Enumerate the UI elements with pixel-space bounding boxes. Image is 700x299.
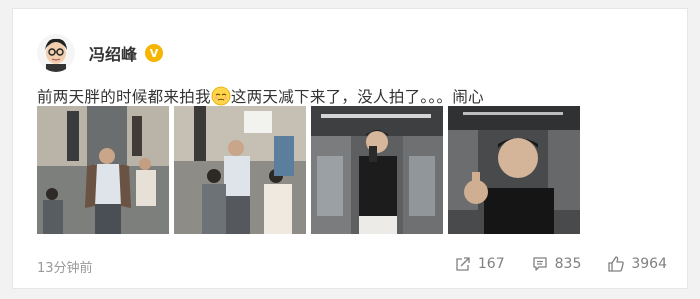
like-button[interactable]: 3964	[607, 255, 667, 273]
weibo-post-card: 冯绍峰 V 前两天胖的时候都来拍我 这两天减下来了，没人拍了。。。闹心 13分钟…	[12, 8, 688, 289]
post-photo-3[interactable]	[311, 106, 443, 234]
post-timestamp[interactable]: 13分钟前	[37, 257, 93, 276]
avatar[interactable]	[37, 34, 75, 72]
repost-icon	[456, 257, 470, 271]
like-count: 3964	[631, 256, 667, 272]
comment-icon	[532, 257, 547, 271]
comment-count: 835	[554, 256, 582, 272]
post-actions: 167 835 3964	[454, 255, 667, 273]
thumbs-up-icon	[608, 256, 625, 272]
post-text: 前两天胖的时候都来拍我 这两天减下来了，没人拍了。。。闹心	[37, 85, 484, 107]
sleepy-face-icon	[211, 86, 231, 106]
post-text-part-2: 这两天减下来了，没人拍了。。。闹心	[230, 88, 484, 106]
comment-button[interactable]: 835	[531, 255, 582, 273]
post-text-part-1: 前两天胖的时候都来拍我	[37, 88, 211, 106]
verified-badge-icon: V	[145, 44, 164, 62]
username[interactable]: 冯绍峰 V	[89, 41, 164, 65]
username-text[interactable]: 冯绍峰	[89, 41, 137, 65]
repost-count: 167	[477, 256, 505, 272]
photo-grid	[37, 106, 580, 234]
post-header: 冯绍峰 V	[37, 31, 164, 75]
post-photo-2[interactable]	[174, 106, 306, 234]
post-photo-1[interactable]	[37, 106, 169, 234]
post-photo-4[interactable]	[448, 106, 580, 234]
avatar-cartoon-icon	[37, 34, 75, 72]
repost-button[interactable]: 167	[454, 255, 505, 273]
